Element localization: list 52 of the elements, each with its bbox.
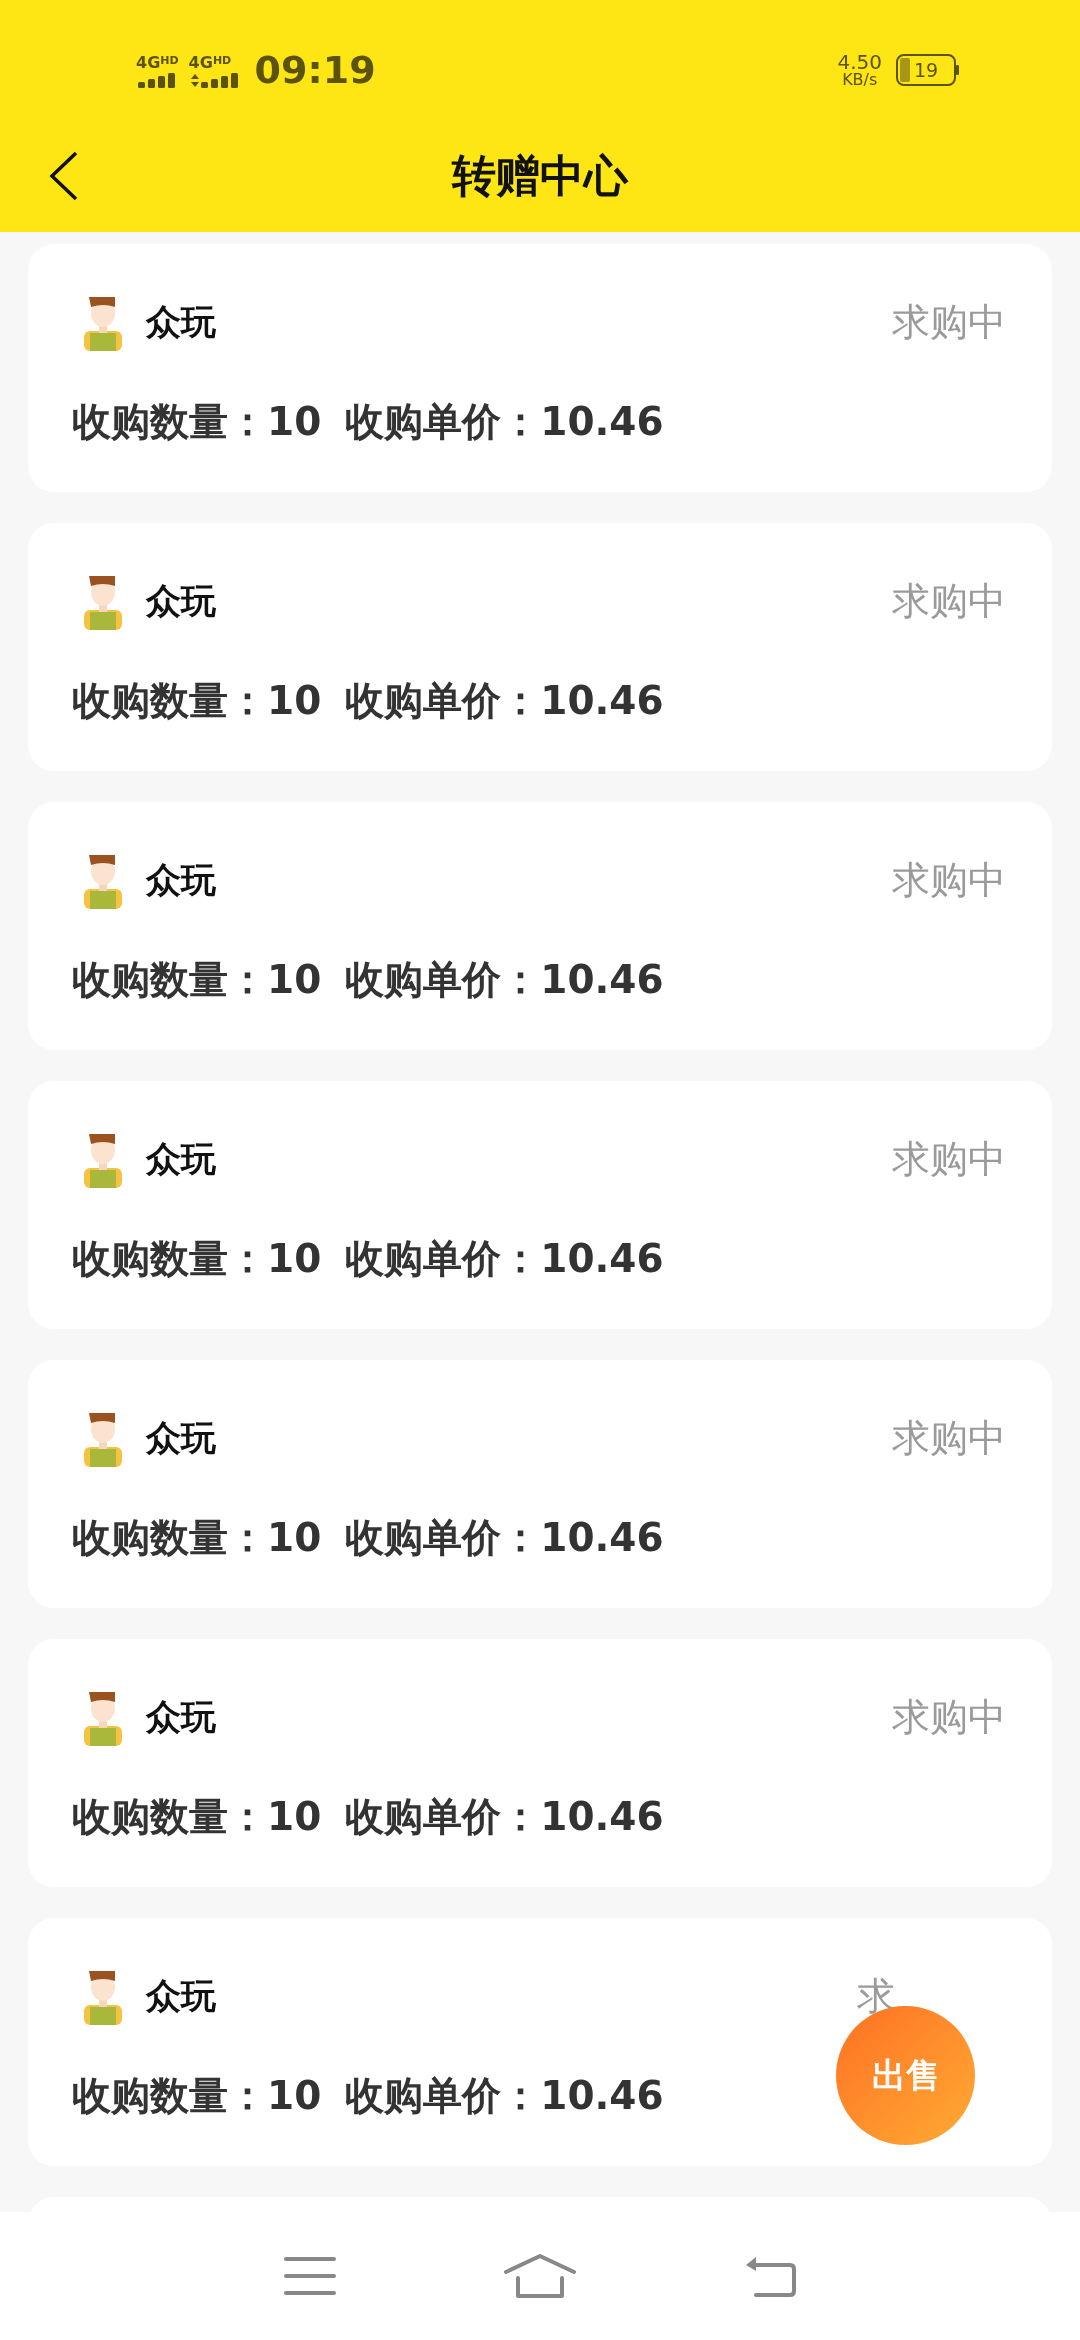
unit-price: 收购单价：10.46 (345, 681, 664, 720)
home-button[interactable] (504, 2254, 576, 2298)
purchase-quantity: 收购数量：10 (72, 681, 322, 720)
network-label: 4G (188, 55, 213, 71)
home-icon (504, 2254, 576, 2298)
unit-price: 收购单价：10.46 (345, 1797, 664, 1836)
unit-price: 收购单价：10.46 (345, 1518, 664, 1557)
user-name: 众玩 (146, 300, 216, 344)
unit-price: 收购单价：10.46 (345, 402, 664, 441)
return-button[interactable] (744, 2255, 796, 2297)
order-card[interactable]: 众玩 求购中 收购数量：10 收购单价：10.46 (28, 802, 1052, 1050)
user-name: 众玩 (146, 858, 216, 902)
purchase-quantity: 收购数量：10 (72, 1518, 322, 1557)
clock: 09:19 (254, 51, 376, 89)
user-name: 众玩 (146, 1974, 216, 2018)
user-name: 众玩 (146, 1695, 216, 1739)
user-name: 众玩 (146, 579, 216, 623)
signal-icon (188, 71, 241, 89)
order-card[interactable]: 众玩 求购中 收购数量：10 收购单价：10.46 (28, 1360, 1052, 1608)
order-status: 求购中 (892, 1693, 1006, 1741)
battery-icon (896, 54, 960, 86)
unit-price: 收购单价：10.46 (345, 1239, 664, 1278)
order-status: 求购中 (892, 298, 1006, 346)
battery-level: 19 (913, 60, 940, 80)
network-tag: HD (160, 55, 179, 66)
order-status: 求购中 (892, 856, 1006, 904)
order-status: 求购中 (892, 1135, 1006, 1183)
user-name: 众玩 (146, 1137, 216, 1181)
network-label: 4G (136, 55, 161, 71)
network-speed: 4.50 (837, 52, 882, 72)
unit-price: 收购单价：10.46 (345, 960, 664, 999)
purchase-quantity: 收购数量：10 (72, 1797, 322, 1836)
back-icon (49, 151, 79, 201)
order-status: 求购中 (892, 1414, 1006, 1462)
order-card[interactable]: 众玩 求购中 收购数量：10 收购单价：10.46 (28, 244, 1052, 492)
menu-button[interactable] (284, 2256, 336, 2296)
network-tag: HD (212, 55, 232, 66)
order-card[interactable]: 众玩 求购中 收购数量：10 收购单价：10.46 (28, 523, 1052, 771)
order-card[interactable]: 众玩 求购中 收购数量：10 收购单价：10.46 (28, 1081, 1052, 1329)
return-icon (744, 2255, 796, 2297)
order-status: 求购中 (892, 577, 1006, 625)
purchase-quantity: 收购数量：10 (72, 2076, 322, 2115)
purchase-quantity: 收购数量：10 (72, 1239, 322, 1278)
unit-price: 收购单价：10.46 (345, 2076, 664, 2115)
purchase-quantity: 收购数量：10 (72, 960, 322, 999)
speed-unit: KB/s (842, 72, 878, 88)
purchase-quantity: 收购数量：10 (72, 402, 322, 441)
menu-icon (284, 2256, 336, 2296)
order-card[interactable]: 众玩 求购中 收购数量：10 收购单价：10.46 (28, 1639, 1052, 1887)
signal-icon (136, 71, 178, 89)
user-name: 众玩 (146, 1416, 216, 1460)
page-title: 转赠中心 (452, 149, 628, 203)
